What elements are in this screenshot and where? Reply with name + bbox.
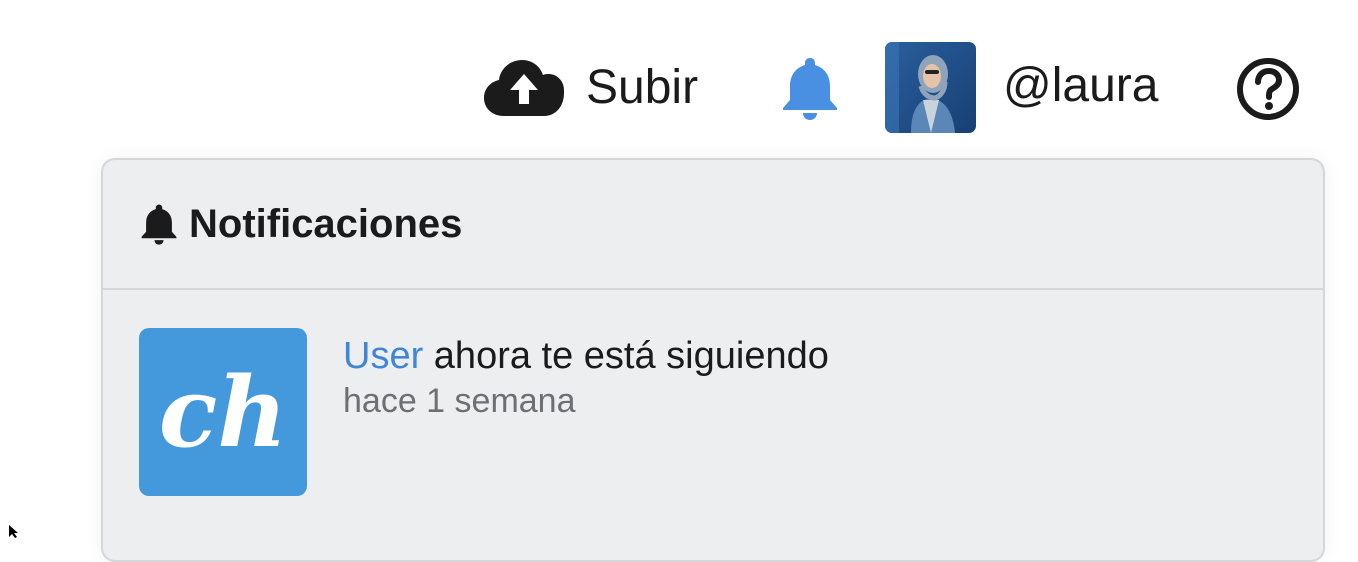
notification-text: ahora te está siguiendo — [433, 335, 829, 377]
bell-icon[interactable] — [779, 56, 841, 120]
notifications-dropdown: Notificaciones ch User ahora te está sig… — [101, 158, 1325, 562]
cloud-upload-icon — [484, 60, 564, 116]
notifications-title: Notificaciones — [189, 202, 463, 246]
avatar[interactable] — [885, 42, 976, 133]
notification-item[interactable]: ch User ahora te está siguiendo hace 1 s… — [139, 328, 1289, 498]
upload-label: Subir — [586, 61, 699, 114]
svg-text:ch: ch — [159, 356, 287, 469]
notification-user-link[interactable]: User — [343, 335, 423, 377]
notification-time: hace 1 semana — [343, 382, 576, 420]
upload-button[interactable]: Subir — [484, 56, 698, 120]
bell-icon — [141, 204, 177, 245]
notifications-header: Notificaciones — [103, 160, 1323, 290]
question-circle-icon[interactable] — [1236, 57, 1300, 121]
top-navigation: Subir @laura — [0, 0, 1358, 150]
notification-message: User ahora te está siguiendo — [343, 332, 829, 380]
avatar-photo — [885, 42, 976, 133]
chilango-logo: ch — [139, 328, 307, 496]
username-link[interactable]: @laura — [1003, 62, 1158, 110]
